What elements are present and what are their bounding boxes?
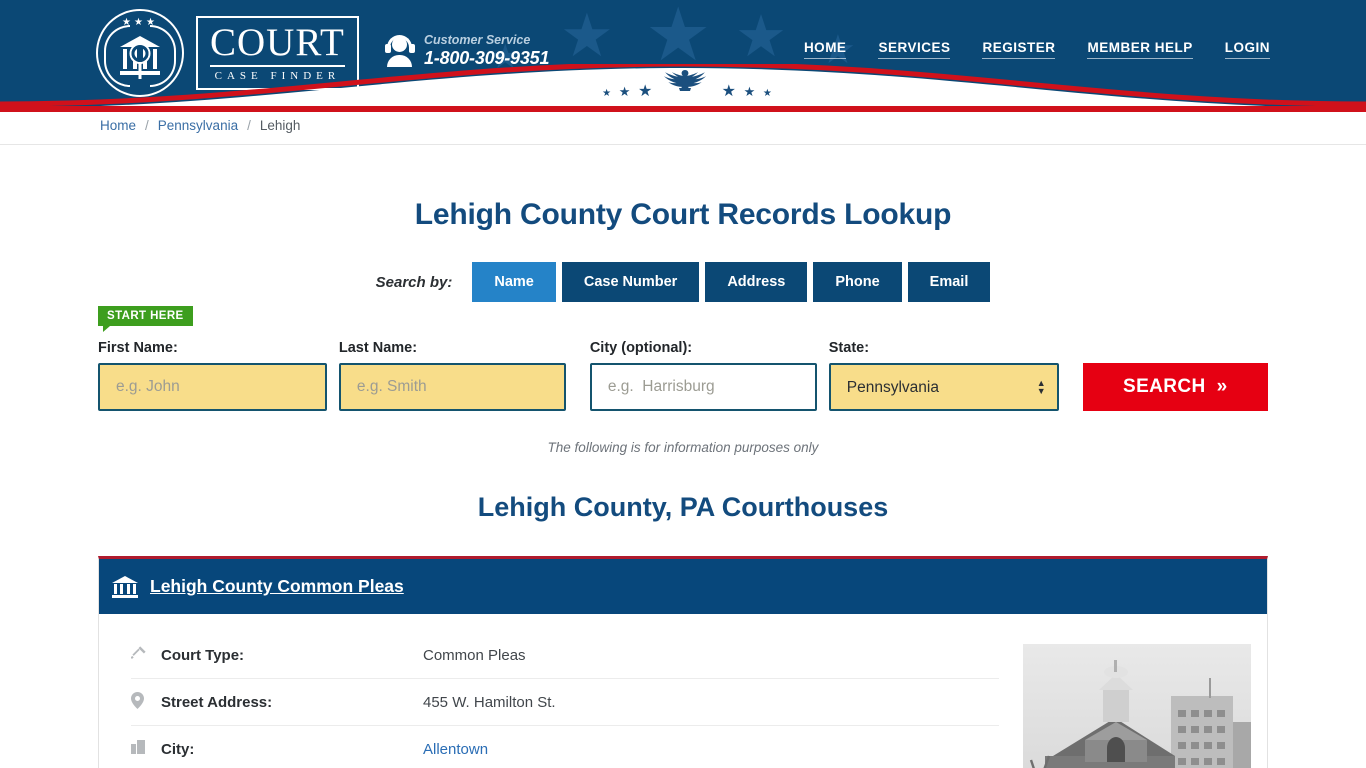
detail-value-court-type: Common Pleas — [423, 646, 526, 664]
state-field-group: State: Pennsylvania ▲ ▼ — [828, 340, 1059, 411]
detail-value-street-address: 455 W. Hamilton St. — [423, 693, 556, 711]
city-field-group: City (optional): — [589, 340, 817, 411]
courthouse-bank-icon — [112, 575, 138, 598]
court-card-header: Lehigh County Common Pleas — [99, 559, 1267, 614]
decorative-star: ★ — [560, 2, 614, 69]
gavel-icon — [130, 645, 161, 665]
decorative-star: ★ — [645, 0, 712, 76]
red-divider-stripe — [0, 106, 1366, 112]
detail-value-city[interactable]: Allentown — [423, 741, 488, 758]
search-button[interactable]: SEARCH » — [1082, 363, 1268, 411]
breadcrumb-pennsylvania[interactable]: Pennsylvania — [158, 118, 238, 133]
magnifier-icon — [131, 45, 149, 62]
logo-word-bottom: CASE FINDER — [214, 70, 341, 82]
breadcrumb-separator: / — [145, 117, 149, 133]
city-input[interactable] — [589, 363, 817, 411]
detail-row-court-type: Court Type: Common Pleas — [130, 632, 999, 679]
decorative-star: ★ — [735, 4, 787, 69]
first-name-field-group: First Name: — [98, 340, 327, 411]
city-icon — [131, 740, 161, 758]
breadcrumb-separator: / — [247, 117, 251, 133]
court-seal-icon: ★★★ — [96, 9, 184, 97]
seal-stars: ★★★ — [122, 17, 158, 28]
nav-item-services[interactable]: SERVICES — [878, 40, 951, 59]
section-title: Lehigh County, PA Courthouses — [477, 492, 889, 522]
first-name-input[interactable] — [98, 363, 327, 411]
site-header: ★ ★ ★ ★ ★ ★ ★ ★ COURT CASE FINDER Customer… — [0, 0, 1366, 106]
last-name-input[interactable] — [338, 363, 566, 411]
customer-service-phone[interactable]: 1-800-309-9351 — [424, 48, 550, 68]
last-name-label: Last Name: — [338, 340, 418, 356]
disclaimer-text: The following is for information purpose… — [547, 440, 819, 455]
detail-label-court-type: Court Type: — [161, 646, 245, 664]
search-button-label: SEARCH — [1123, 376, 1206, 397]
customer-service-block: Customer Service 1-800-309-9351 — [385, 33, 550, 68]
breadcrumb-home[interactable]: Home — [100, 118, 136, 133]
nav-item-home[interactable]: HOME — [803, 40, 847, 59]
court-detail-list: Court Type: Common Pleas Street Address:… — [99, 632, 999, 768]
detail-row-street-address: Street Address: 455 W. Hamilton St. — [131, 679, 999, 726]
tab-name[interactable]: Name — [472, 262, 556, 302]
last-name-field-group: Last Name: — [338, 340, 566, 411]
logo-word-top: COURT — [210, 23, 345, 67]
site-logo[interactable]: ★★★ COURT CASE FINDER — [96, 7, 359, 99]
tab-email[interactable]: Email — [907, 262, 991, 302]
double-chevron-right-icon: » — [1216, 376, 1228, 397]
banner-stars: ★ ★ ★ ★ ★ ★ — [602, 83, 774, 100]
logo-wordmark: COURT CASE FINDER — [196, 16, 359, 90]
search-form-row: First Name: Last Name: City (optional): … — [98, 340, 1268, 411]
detail-label-street-address: Street Address: — [161, 693, 273, 711]
breadcrumb-current: Lehigh — [259, 117, 301, 133]
magnifier-handle — [138, 63, 142, 79]
tab-case-number[interactable]: Case Number — [561, 262, 700, 302]
state-label: State: — [828, 340, 870, 356]
nav-item-member-help[interactable]: MEMBER HELP — [1087, 40, 1193, 59]
search-by-tabs: Search by: Name Case Number Address Phon… — [0, 262, 1366, 302]
search-form: START HERE First Name: Last Name: City (… — [98, 302, 1268, 411]
state-select-wrap: Pennsylvania ▲ ▼ — [828, 363, 1059, 411]
start-here-badge: START HERE — [98, 306, 193, 332]
nav-item-login[interactable]: LOGIN — [1224, 40, 1270, 59]
main-navigation: HOME SERVICES REGISTER MEMBER HELP LOGIN — [803, 40, 1270, 59]
customer-service-label: Customer Service — [424, 33, 531, 47]
map-pin-icon — [131, 691, 161, 713]
detail-row-city: City: Allentown — [131, 726, 999, 768]
detail-label-city: City: — [161, 740, 195, 758]
first-name-label: First Name: — [98, 340, 178, 356]
nav-item-register[interactable]: REGISTER — [982, 40, 1056, 59]
state-select[interactable]: Pennsylvania — [828, 363, 1059, 411]
court-name-link[interactable]: Lehigh County Common Pleas — [150, 576, 404, 597]
city-label: City (optional): — [589, 340, 693, 356]
search-by-label: Search by: — [375, 273, 453, 291]
court-card-body: Court Type: Common Pleas Street Address:… — [99, 614, 1267, 768]
tab-phone[interactable]: Phone — [813, 262, 902, 302]
page-title: Lehigh County Court Records Lookup — [414, 198, 952, 231]
court-card: Lehigh County Common Pleas Court Type: C… — [98, 556, 1268, 768]
tab-address[interactable]: Address — [705, 262, 808, 302]
courthouse-photo — [1023, 644, 1251, 768]
headset-agent-icon — [385, 34, 415, 67]
